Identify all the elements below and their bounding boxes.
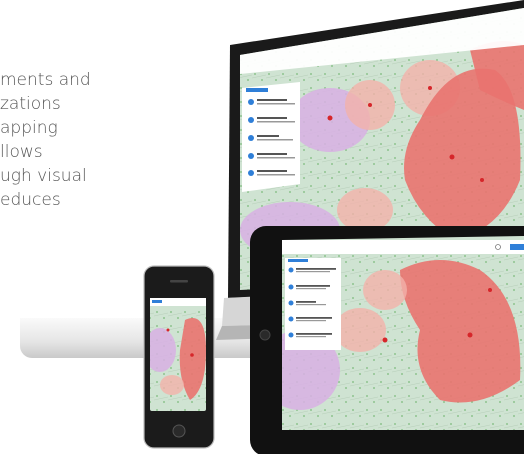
home-button-icon (172, 424, 186, 438)
layer-list-tab[interactable] (288, 259, 308, 262)
layer-list-tab[interactable] (246, 88, 268, 92)
laptop-sidebar[interactable] (242, 82, 300, 192)
tablet-sidebar[interactable] (285, 258, 341, 350)
device-mockups (143, 0, 524, 454)
tablet-toolbar (282, 240, 524, 254)
phone-map (150, 298, 206, 411)
speaker-icon (170, 280, 188, 283)
phone-menu-button[interactable] (152, 300, 162, 303)
home-button-icon (259, 329, 271, 341)
tablet-action-button[interactable] (510, 244, 524, 250)
